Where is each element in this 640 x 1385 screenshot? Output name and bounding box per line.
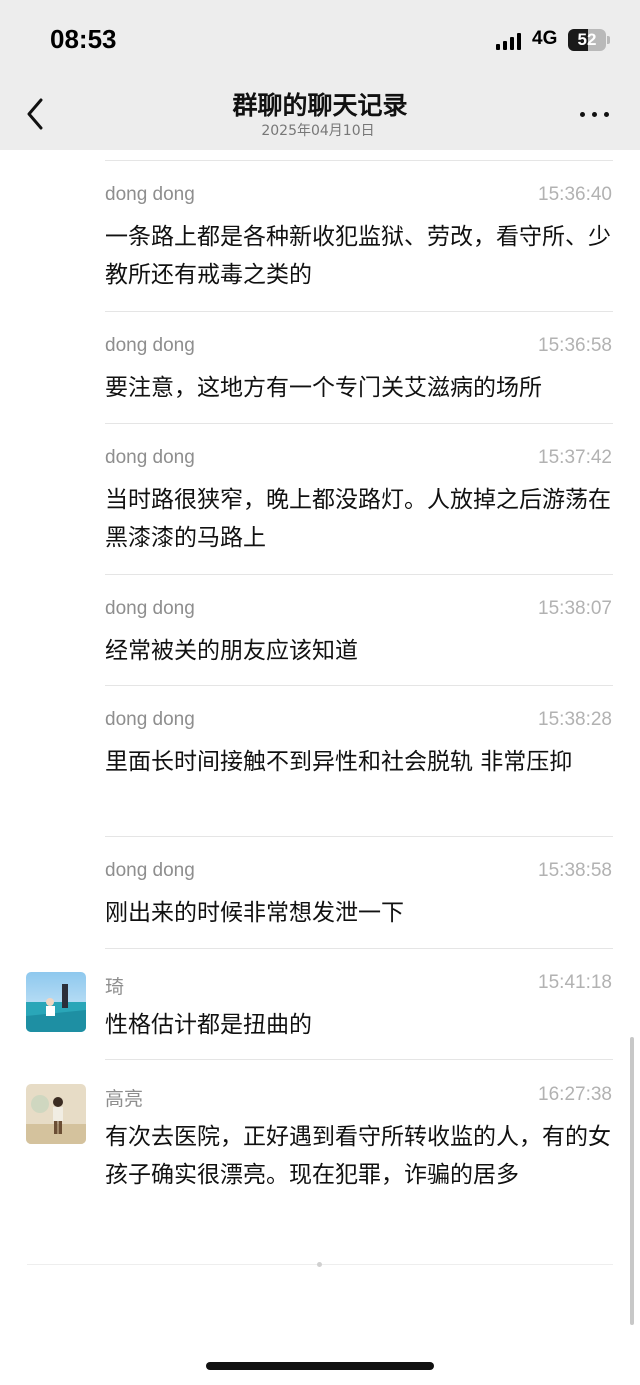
divider [105,574,613,575]
divider [105,948,613,949]
message-time: 15:37:42 [538,447,612,468]
sender-name: dong dong [105,335,195,356]
page-title: 群聊的聊天记录 [232,91,408,120]
navigation-bar: 08:53 4G 52 群聊的聊天记录 2025年04月10日 [0,0,640,150]
divider [105,423,613,424]
message-time: 15:38:07 [538,598,612,619]
network-type: 4G [532,28,558,49]
battery-tip [607,36,610,44]
message-text: 经常被关的朋友应该知道 [105,638,358,664]
message-time: 15:38:28 [538,709,612,730]
message-text: 有次去医院，正好遇到看守所转收监的人，有的女孩子确实很漂亮。现在犯罪，诈骗的居多 [105,1124,611,1188]
divider [105,160,613,161]
message-text: 性格估计都是扭曲的 [105,1012,312,1038]
message-time: 15:41:18 [538,972,612,993]
more-icon [580,112,585,117]
home-indicator[interactable] [206,1362,434,1370]
message-time: 16:27:38 [538,1084,612,1105]
sender-name: 琦 [105,977,125,998]
sender-name: dong dong [105,184,195,205]
cellular-signal-icon [496,32,524,50]
message-time: 15:36:58 [538,335,612,356]
divider [105,685,613,686]
avatar[interactable] [26,972,86,1032]
message-text: 当时路很狭窄，晚上都没路灯。人放掉之后游荡在黑漆漆的马路上 [105,487,611,551]
message-text: 刚出来的时候非常想发泄一下 [105,900,404,926]
divider [105,836,613,837]
message-time: 15:36:40 [538,184,612,205]
battery-level: 52 [577,30,597,49]
message-time: 15:38:58 [538,860,612,881]
sender-name: dong dong [105,860,195,881]
divider [105,311,613,312]
battery-icon: 52 [568,29,606,51]
avatar[interactable] [26,1084,86,1144]
sender-name: dong dong [105,709,195,730]
divider [105,1059,613,1060]
message-text: 里面长时间接触不到异性和社会脱轨 非常压抑 [105,749,573,775]
message-text: 一条路上都是各种新收犯监狱、劳改，看守所、少教所还有戒毒之类的 [105,224,611,288]
sender-name: dong dong [105,598,195,619]
message-text: 要注意，这地方有一个专门关艾滋病的场所 [105,375,542,401]
scrollbar[interactable] [630,1037,634,1325]
chat-date: 2025年04月10日 [261,123,375,139]
more-button[interactable] [578,104,612,124]
sender-name: dong dong [105,447,195,468]
status-time: 08:53 [50,24,117,54]
sender-name: 高亮 [105,1089,144,1110]
list-end-dot [317,1262,322,1267]
